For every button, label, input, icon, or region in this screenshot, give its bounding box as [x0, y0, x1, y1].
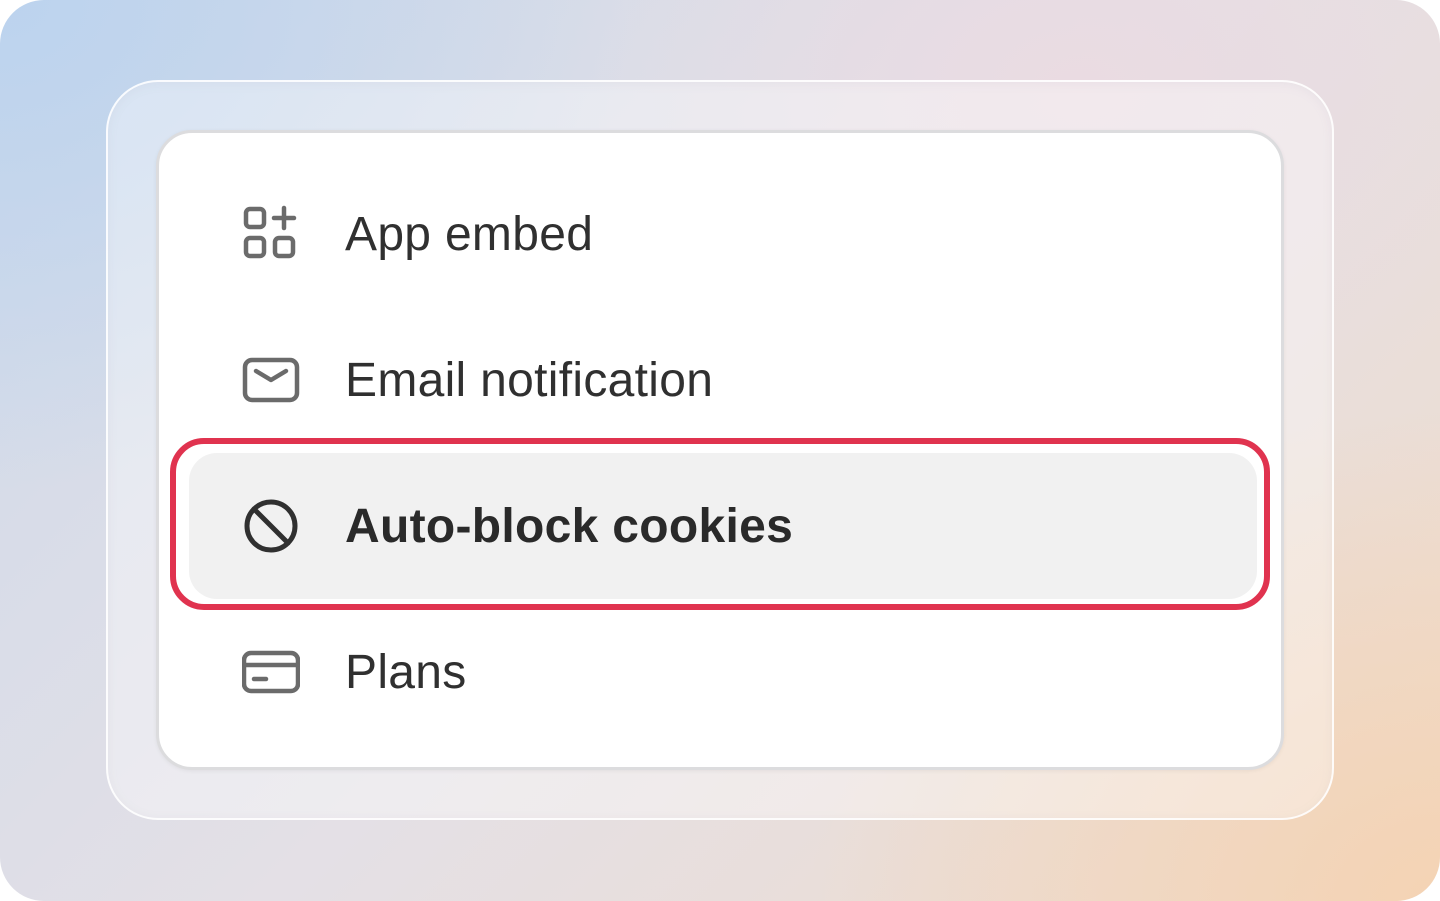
app-embed-icon [242, 205, 300, 263]
settings-menu: App embed Email notification Auto-block … [156, 130, 1284, 770]
menu-item-label: App embed [345, 207, 594, 261]
email-icon [242, 351, 300, 409]
menu-item-label: Email notification [345, 353, 714, 407]
credit-card-icon [242, 643, 300, 701]
menu-item-label: Auto-block cookies [345, 499, 794, 553]
menu-item-auto-block-cookies[interactable]: Auto-block cookies [189, 453, 1257, 599]
menu-item-app-embed[interactable]: App embed [189, 161, 1257, 307]
menu-item-plans[interactable]: Plans [189, 599, 1257, 745]
block-icon [242, 497, 300, 555]
menu-item-email-notification[interactable]: Email notification [189, 307, 1257, 453]
menu-item-label: Plans [345, 645, 467, 699]
